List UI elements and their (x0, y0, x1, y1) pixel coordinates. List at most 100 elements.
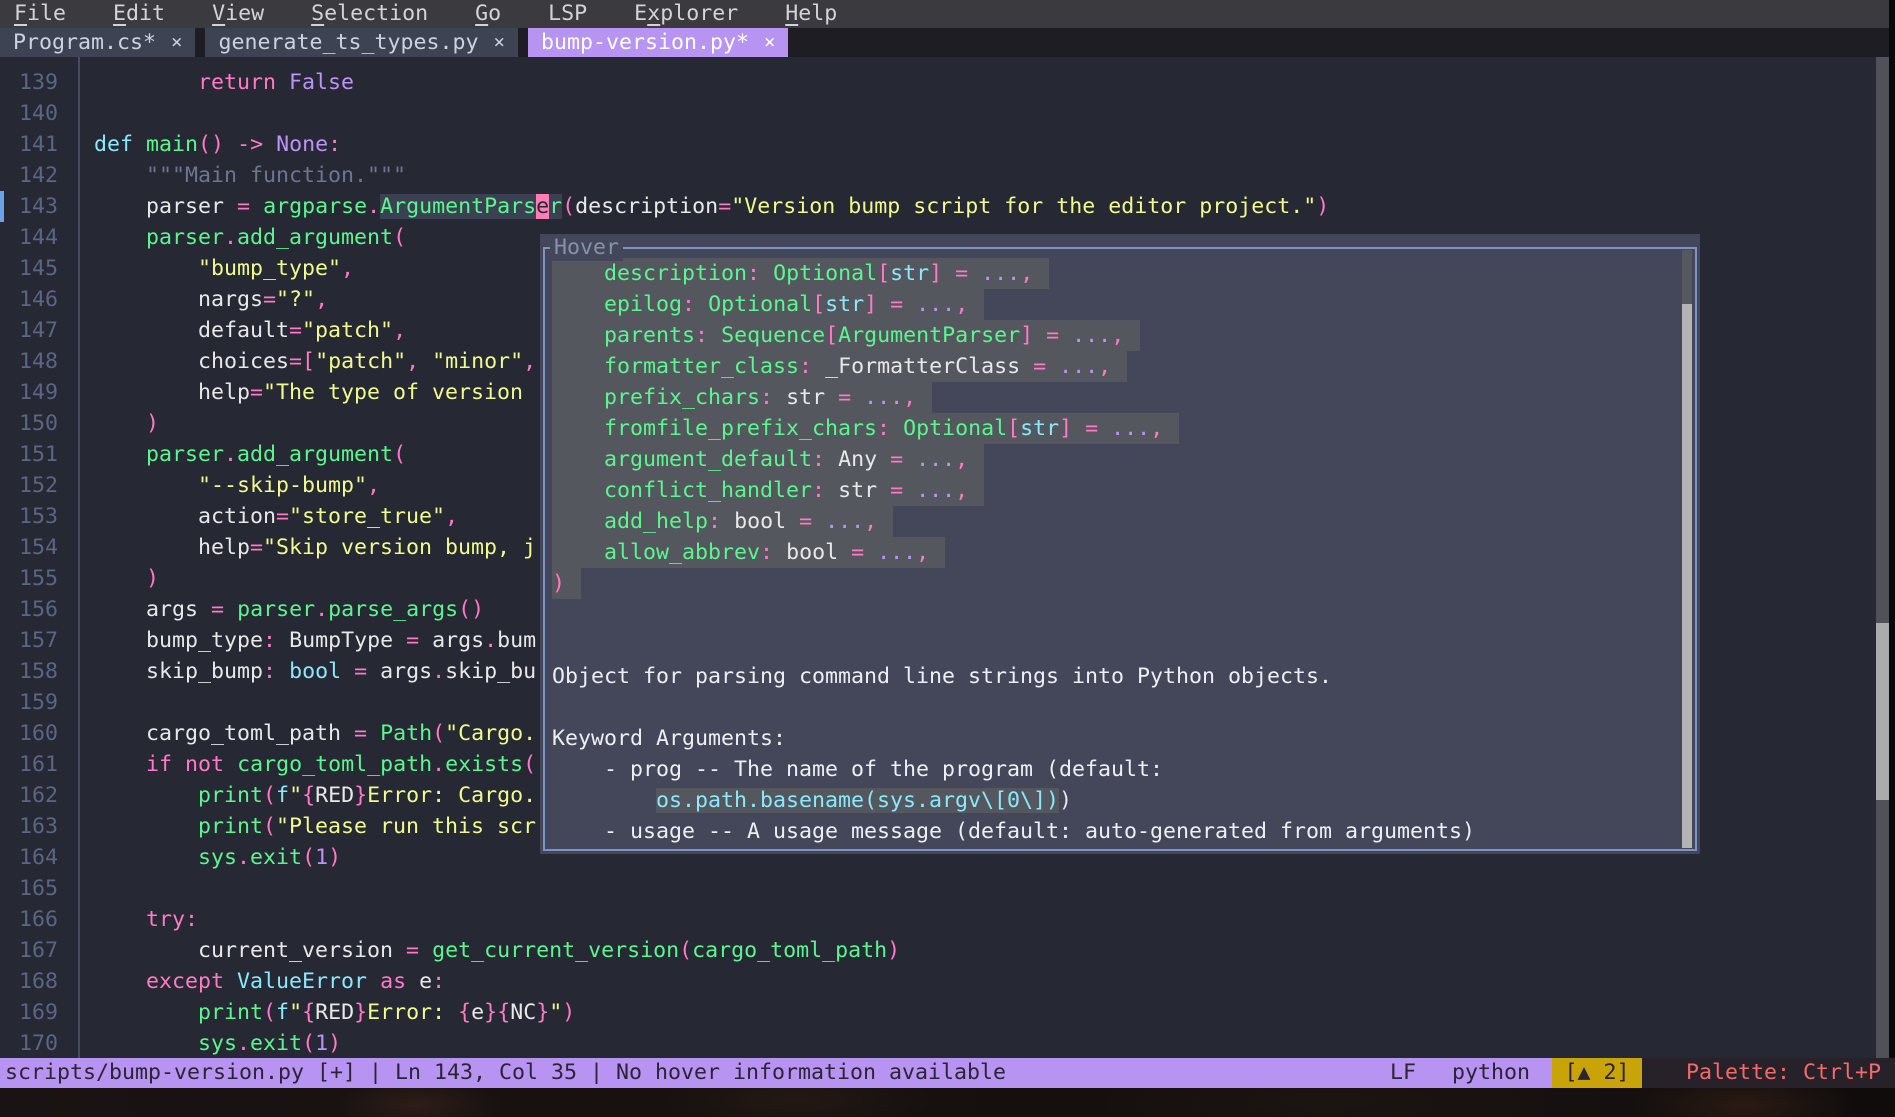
code-line[interactable]: 143 parser = argparse.ArgumentParser(des… (0, 191, 1889, 222)
editor-scrollbar[interactable] (1876, 57, 1889, 1058)
tab-close-icon[interactable]: × (171, 28, 182, 57)
menu-item-explorer[interactable]: Explorer (634, 0, 738, 28)
warning-count-badge[interactable]: [▲ 2] (1552, 1058, 1642, 1088)
line-number: 145 (0, 253, 58, 284)
hover-row: conflict_handler: str = ..., (552, 475, 984, 506)
code-text: parser.add_argument( (94, 222, 406, 253)
menu-item-selection[interactable]: Selection (311, 0, 428, 28)
line-number: 140 (0, 98, 58, 129)
menu-bar: File Edit View Selection Go LSP Explorer Help (0, 0, 1889, 28)
code-text: skip_bump: bool = args.skip_bu (94, 656, 536, 687)
tab-label: bump-version.py* (541, 28, 749, 57)
code-line[interactable]: 170 sys.exit(1) (0, 1028, 1889, 1058)
line-number: 165 (0, 873, 58, 904)
tab-label: Program.cs* (13, 28, 156, 57)
line-number: 163 (0, 811, 58, 842)
code-text: print(f"{RED}Error: {e}{NC}") (94, 997, 575, 1028)
line-number: 143 (0, 191, 58, 222)
code-text: sys.exit(1) (94, 1028, 341, 1058)
palette-shortcut-hint: Palette: Ctrl+P (1642, 1058, 1895, 1088)
editor-scrollbar-thumb[interactable] (1876, 623, 1889, 800)
tab-close-icon[interactable]: × (493, 28, 504, 57)
hover-row: allow_abbrev: bool = ..., (552, 537, 945, 568)
hover-scrollbar-thumb[interactable] (1682, 250, 1692, 304)
code-text: action="store_true", (94, 501, 458, 532)
code-text: args = parser.parse_args() (94, 594, 484, 625)
status-bar: scripts/bump-version.py [+] | Ln 143, Co… (0, 1058, 1895, 1088)
hover-row: description: Optional[str] = ..., (552, 258, 1049, 289)
status-language: python (1452, 1058, 1530, 1088)
code-text: default="patch", (94, 315, 406, 346)
code-line[interactable]: 141def main() -> None: (0, 129, 1889, 160)
code-text: print("Please run this scr (94, 811, 536, 842)
menu-item-file[interactable]: File (14, 0, 66, 28)
window-right-edge (1889, 0, 1895, 1117)
code-line[interactable]: 139 return False (0, 67, 1889, 98)
hover-row: prefix_chars: str = ..., (552, 382, 932, 413)
code-line[interactable]: 166 try: (0, 904, 1889, 935)
code-text: bump_type: BumpType = args.bum (94, 625, 536, 656)
line-number: 144 (0, 222, 58, 253)
code-line[interactable]: 140 (0, 98, 1889, 129)
wallpaper-strip (0, 1088, 1895, 1117)
status-file-info: scripts/bump-version.py [+] | Ln 143, Co… (5, 1058, 1006, 1088)
code-text: print(f"{RED}Error: Cargo. (94, 780, 536, 811)
hover-row: formatter_class: _FormatterClass = ..., (552, 351, 1127, 382)
code-text: nargs="?", (94, 284, 328, 315)
line-number: 162 (0, 780, 58, 811)
hover-row: epilog: Optional[str] = ..., (552, 289, 984, 320)
code-text: current_version = get_current_version(ca… (94, 935, 900, 966)
code-text: help="The type of version (94, 377, 523, 408)
line-number: 148 (0, 346, 58, 377)
line-number: 170 (0, 1028, 58, 1058)
tab-bump-version-py-[interactable]: bump-version.py* × (528, 28, 788, 57)
hover-row: - prog -- The name of the program (defau… (552, 754, 1163, 785)
hover-row: os.path.basename(sys.argv\[0\])) (552, 785, 1072, 816)
line-number: 161 (0, 749, 58, 780)
tab-generate-ts-types-py[interactable]: generate_ts_types.py × (205, 28, 517, 57)
hover-row: ) (552, 568, 581, 599)
menu-item-lsp[interactable]: LSP (548, 0, 587, 28)
code-text: help="Skip version bump, j (94, 532, 536, 563)
code-text: cargo_toml_path = Path("Cargo. (94, 718, 536, 749)
tab-label: generate_ts_types.py (218, 28, 478, 57)
line-number: 147 (0, 315, 58, 346)
hover-popup: Hover description: Optional[str] = ..., … (540, 234, 1700, 854)
line-number: 141 (0, 129, 58, 160)
code-line[interactable]: 142 """Main function.""" (0, 160, 1889, 191)
status-eol: LF (1390, 1058, 1416, 1088)
hover-row: fromfile_prefix_chars: Optional[str] = .… (552, 413, 1179, 444)
tab-close-icon[interactable]: × (764, 28, 775, 57)
tab-program-cs-[interactable]: Program.cs* × (0, 28, 195, 57)
hover-row: argument_default: Any = ..., (552, 444, 984, 475)
menu-item-edit[interactable]: Edit (113, 0, 165, 28)
line-number: 157 (0, 625, 58, 656)
hover-row: Keyword Arguments: (552, 723, 786, 754)
menu-item-view[interactable]: View (212, 0, 264, 28)
hover-row: parents: Sequence[ArgumentParser] = ..., (552, 320, 1140, 351)
code-line[interactable]: 169 print(f"{RED}Error: {e}{NC}") (0, 997, 1889, 1028)
hover-row: - usage -- A usage message (default: aut… (552, 816, 1475, 847)
code-text: ) (94, 563, 159, 594)
code-line[interactable]: 167 current_version = get_current_versio… (0, 935, 1889, 966)
hover-row: Object for parsing command line strings … (552, 661, 1332, 692)
tab-bar: Program.cs*×generate_ts_types.py×bump-ve… (0, 28, 1889, 57)
line-number: 142 (0, 160, 58, 191)
line-number: 152 (0, 470, 58, 501)
code-text: choices=["patch", "minor", (94, 346, 536, 377)
code-line[interactable]: 168 except ValueError as e: (0, 966, 1889, 997)
hover-scrollbar[interactable] (1682, 250, 1692, 848)
line-number: 154 (0, 532, 58, 563)
line-number: 169 (0, 997, 58, 1028)
code-text: ) (94, 408, 159, 439)
menu-item-go[interactable]: Go (475, 0, 501, 28)
hover-popup-title: Hover (550, 234, 623, 261)
line-number: 146 (0, 284, 58, 315)
code-text: try: (94, 904, 198, 935)
code-text: sys.exit(1) (94, 842, 341, 873)
line-number: 158 (0, 656, 58, 687)
menu-item-help[interactable]: Help (785, 0, 837, 28)
code-text: except ValueError as e: (94, 966, 445, 997)
code-line[interactable]: 165 (0, 873, 1889, 904)
line-number: 160 (0, 718, 58, 749)
